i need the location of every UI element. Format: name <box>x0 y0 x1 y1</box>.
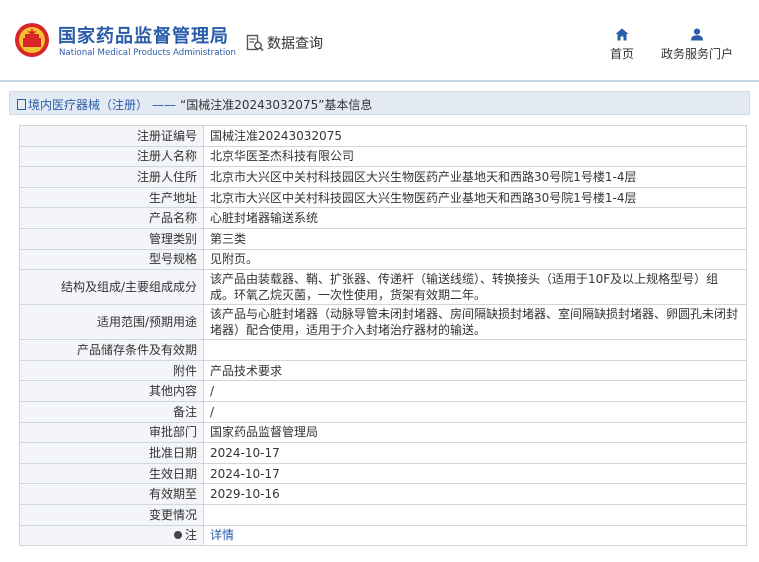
nav-service-portal-label: 政务服务门户 <box>660 47 733 61</box>
logo-title-en: National Medical Products Administration <box>59 48 236 58</box>
document-icon <box>17 99 26 110</box>
row-value: 该产品与心脏封堵器（动脉导管未闭封堵器、房间隔缺损封堵器、室间隔缺损封堵器、卵圆… <box>203 304 747 341</box>
breadcrumb-category[interactable]: 境内医疗器械（注册） <box>28 98 148 112</box>
data-query-icon <box>246 34 264 52</box>
section-title: 数据查询 <box>267 36 323 52</box>
row-value: 北京市大兴区中关村科技园区大兴生物医药产业基地天和西路30号院1号楼1-4层 <box>203 166 747 188</box>
row-label: 产品储存条件及有效期 <box>19 339 204 361</box>
table-row: 适用范围/预期用途 该产品与心脏封堵器（动脉导管未闭封堵器、房间隔缺损封堵器、室… <box>19 304 747 341</box>
row-value: 该产品由装载器、鞘、扩张器、传递杆（输送线缆）、转换接头（适用于10F及以上规格… <box>203 269 747 306</box>
breadcrumb: 境内医疗器械（注册） —— “国械注准20243032075”基本信息 <box>9 91 750 115</box>
table-row: 型号规格 见附页。 <box>19 248 747 271</box>
header-divider <box>0 80 759 82</box>
note-label: 注 <box>184 528 197 543</box>
breadcrumb-title: “国械注准20243032075”基本信息 <box>180 98 373 112</box>
nav-home-label: 首页 <box>609 47 634 61</box>
site-header: 国家药品监督管理局 National Medical Products Admi… <box>0 0 759 80</box>
row-label: 注册人名称 <box>19 145 204 168</box>
device-info-table: 注册证编号 国械注准20243032075 注册人名称 北京华医圣杰科技有限公司… <box>19 125 747 547</box>
table-row: 注册人住所 北京市大兴区中关村科技园区大兴生物医药产业基地天和西路30号院1号楼… <box>19 166 747 188</box>
table-row: 注 详情 <box>19 524 747 547</box>
row-label: 其他内容 <box>19 380 204 402</box>
row-label: 产品名称 <box>19 207 204 229</box>
row-label: 结构及组成/主要组成成分 <box>19 269 204 306</box>
row-value: / <box>203 400 747 423</box>
row-label-note: 注 <box>19 524 204 547</box>
table-row: 生产地址 北京市大兴区中关村科技园区大兴生物医药产业基地天和西路30号院1号楼1… <box>19 186 747 209</box>
row-label: 生效日期 <box>19 462 204 485</box>
row-label: 管理类别 <box>19 227 204 250</box>
nav-home[interactable]: 首页 <box>604 28 640 62</box>
row-value: 2029-10-16 <box>203 483 747 505</box>
table-row: 批准日期 2024-10-17 <box>19 442 747 464</box>
row-value: 心脏封堵器输送系统 <box>203 207 747 229</box>
user-icon <box>691 28 703 41</box>
row-label: 生产地址 <box>19 186 204 209</box>
row-label: 备注 <box>19 400 204 423</box>
row-value <box>203 503 747 526</box>
table-row: 管理类别 第三类 <box>19 227 747 250</box>
row-value: 北京市大兴区中关村科技园区大兴生物医药产业基地天和西路30号院1号楼1-4层 <box>203 186 747 209</box>
row-value: 见附页。 <box>203 248 747 271</box>
row-label: 变更情况 <box>19 503 204 526</box>
row-label: 型号规格 <box>19 248 204 271</box>
lightbulb-icon <box>173 531 182 540</box>
row-label: 审批部门 <box>19 421 204 444</box>
row-value: / <box>203 380 747 402</box>
national-emblem-icon <box>15 23 49 57</box>
home-icon <box>615 28 629 41</box>
table-row: 附件 产品技术要求 <box>19 359 747 382</box>
row-value: 国械注准20243032075 <box>203 125 747 147</box>
row-label: 注册证编号 <box>19 125 204 147</box>
row-label: 注册人住所 <box>19 166 204 188</box>
row-value: 2024-10-17 <box>203 442 747 464</box>
table-row: 产品名称 心脏封堵器输送系统 <box>19 207 747 229</box>
table-row: 注册证编号 国械注准20243032075 <box>19 125 747 147</box>
breadcrumb-separator: —— <box>152 98 177 112</box>
details-link[interactable]: 详情 <box>210 528 234 542</box>
row-label: 适用范围/预期用途 <box>19 304 204 341</box>
row-value: 北京华医圣杰科技有限公司 <box>203 145 747 168</box>
row-value: 2024-10-17 <box>203 462 747 485</box>
nav-service-portal[interactable]: 政务服务门户 <box>656 28 738 62</box>
table-row: 生效日期 2024-10-17 <box>19 462 747 485</box>
row-value: 产品技术要求 <box>203 359 747 382</box>
table-row: 注册人名称 北京华医圣杰科技有限公司 <box>19 145 747 168</box>
table-row: 结构及组成/主要组成成分 该产品由装载器、鞘、扩张器、传递杆（输送线缆）、转换接… <box>19 269 747 306</box>
logo-title-cn: 国家药品监督管理局 <box>58 26 229 47</box>
row-value <box>203 339 747 361</box>
row-label: 附件 <box>19 359 204 382</box>
table-row: 其他内容 / <box>19 380 747 402</box>
row-value: 第三类 <box>203 227 747 250</box>
table-row: 审批部门 国家药品监督管理局 <box>19 421 747 444</box>
row-value: 国家药品监督管理局 <box>203 421 747 444</box>
row-label: 批准日期 <box>19 442 204 464</box>
table-row: 备注 / <box>19 400 747 423</box>
row-label: 有效期至 <box>19 483 204 505</box>
table-row: 变更情况 <box>19 503 747 526</box>
table-row: 有效期至 2029-10-16 <box>19 483 747 505</box>
table-row: 产品储存条件及有效期 <box>19 339 747 361</box>
